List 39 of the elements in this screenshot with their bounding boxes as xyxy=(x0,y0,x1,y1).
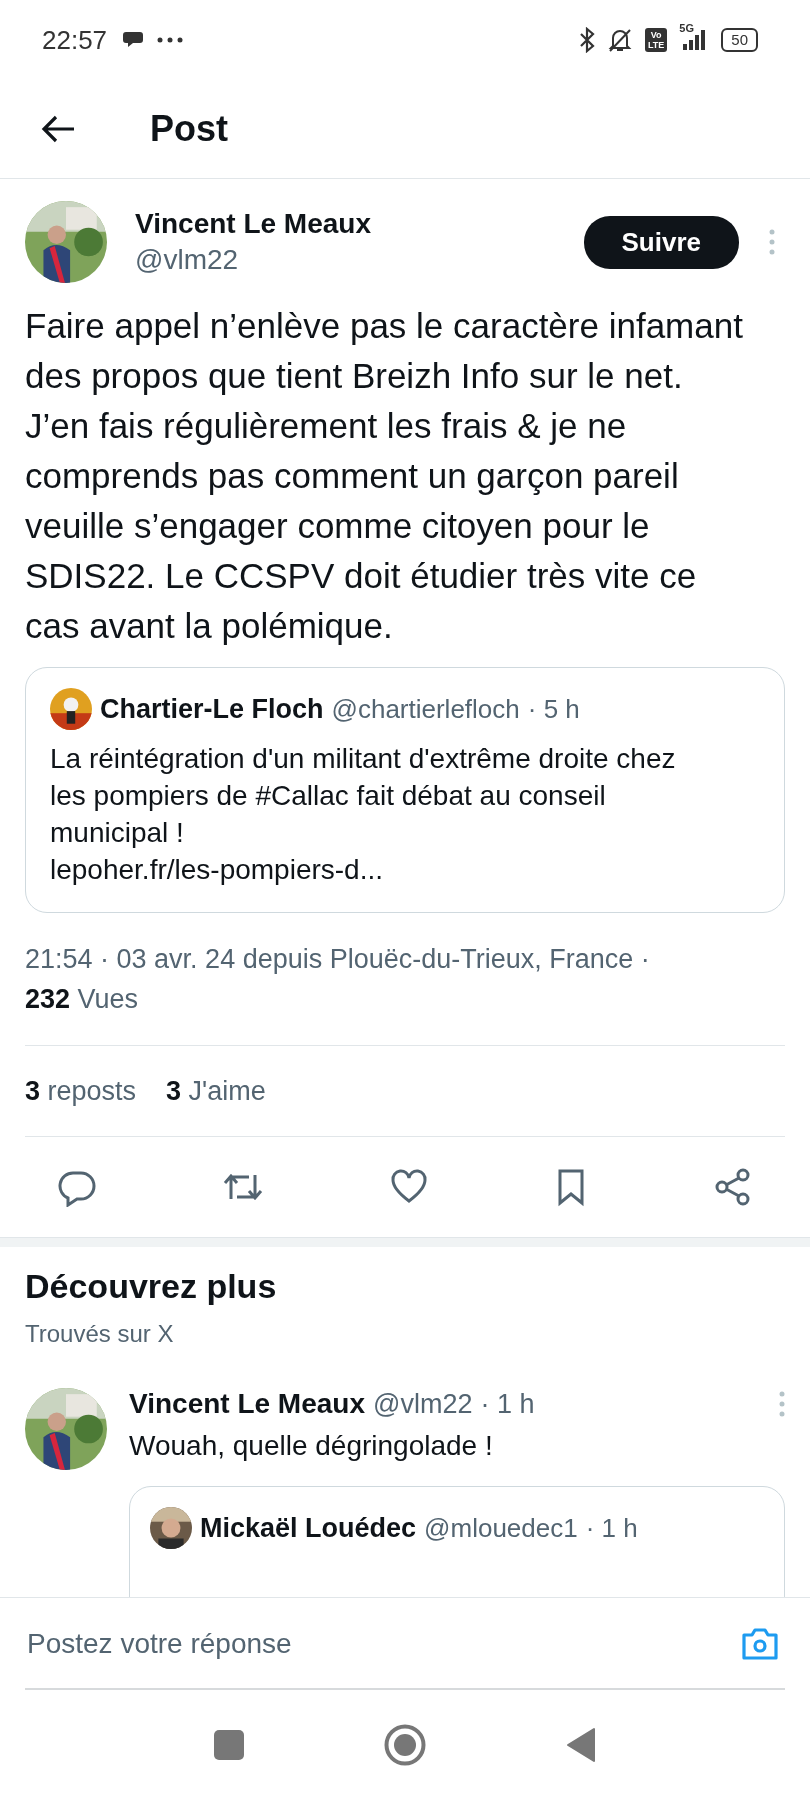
reply-input-field[interactable]: Postez votre réponse xyxy=(25,1627,740,1661)
quoted-author-name: Mickaël Louédec xyxy=(200,1512,417,1544)
follow-button[interactable]: Suivre xyxy=(583,215,739,269)
camera-icon[interactable] xyxy=(740,1626,780,1662)
views-count: 232 Vues xyxy=(25,983,140,1016)
network-type: 5G xyxy=(679,22,694,34)
author-handle[interactable]: @vlm22 xyxy=(135,244,584,276)
quoted-post-card[interactable]: Mickaël Louédec @mlouedec1 · 1 h xyxy=(129,1486,785,1597)
author-handle: @vlm22 xyxy=(373,1388,473,1420)
post-text: Faire appel n’enlève pas le caractère infamant des propos que tient Breizh Info sur le net. J’en fais régulièrement les frais & je ne comprends pas comment un garçon pareil veuille s’engager comme citoyen pour le SDIS22. Le CCSPV doit étudier très vite ce cas avant la polémique. xyxy=(25,305,744,647)
home-icon[interactable] xyxy=(384,1724,426,1766)
battery-icon: 50 xyxy=(721,28,758,52)
post-timestamp: 21:54 · 03 avr. 24 depuis Plouëc-du-Trieux, France · xyxy=(25,943,651,976)
author-name[interactable]: Vincent Le Meaux xyxy=(135,208,584,240)
status-time: 22:57 xyxy=(42,24,108,56)
author-name[interactable]: Vincent Le Meaux xyxy=(129,1388,365,1420)
bluetooth-icon xyxy=(578,27,595,53)
back-arrow-icon[interactable] xyxy=(40,114,76,144)
post-text: Wouah, quelle dégringolade ! xyxy=(129,1430,494,1462)
back-icon[interactable] xyxy=(566,1727,596,1763)
quoted-post-time: · 5 h xyxy=(527,693,580,725)
volte-badge: Vo LTE xyxy=(644,28,668,52)
quoted-post-card[interactable]: Chartier-Le Floch @chartierlefloch · 5 h La réintégration d'un militant d'extrême droite chez les pompiers de #Callac fait débat au conseil municipal ! lepoher.fr/les-pompiers-d... xyxy=(25,667,785,913)
quoted-post-time: · 1 h xyxy=(585,1512,638,1544)
post-time: · 1 h xyxy=(480,1388,535,1420)
quoted-post-link[interactable]: lepoher.fr/les-pompiers-d... xyxy=(50,851,690,888)
quoted-author-handle: @chartierlefloch xyxy=(331,693,520,725)
bell-muted-icon xyxy=(606,27,633,53)
quoted-author-name: Chartier-Le Floch xyxy=(100,693,324,725)
quoted-author-handle: @mlouedec1 xyxy=(424,1512,578,1544)
recent-apps-icon[interactable] xyxy=(214,1730,244,1760)
page-title: Post xyxy=(150,108,228,150)
engagement-stat[interactable]: 3 reposts xyxy=(25,1075,137,1107)
more-icon xyxy=(157,37,184,43)
section-subtitle: Trouvés sur X xyxy=(25,1320,175,1348)
engagement-stat[interactable]: 3 J'aime xyxy=(166,1075,266,1107)
quoted-post-text: La réintégration d'un militant d'extrême droite chez les pompiers de #Callac fait débat au conseil municipal ! xyxy=(50,742,677,850)
chat-bubble-icon xyxy=(123,30,146,50)
section-title: Découvrez plus xyxy=(25,1267,278,1306)
